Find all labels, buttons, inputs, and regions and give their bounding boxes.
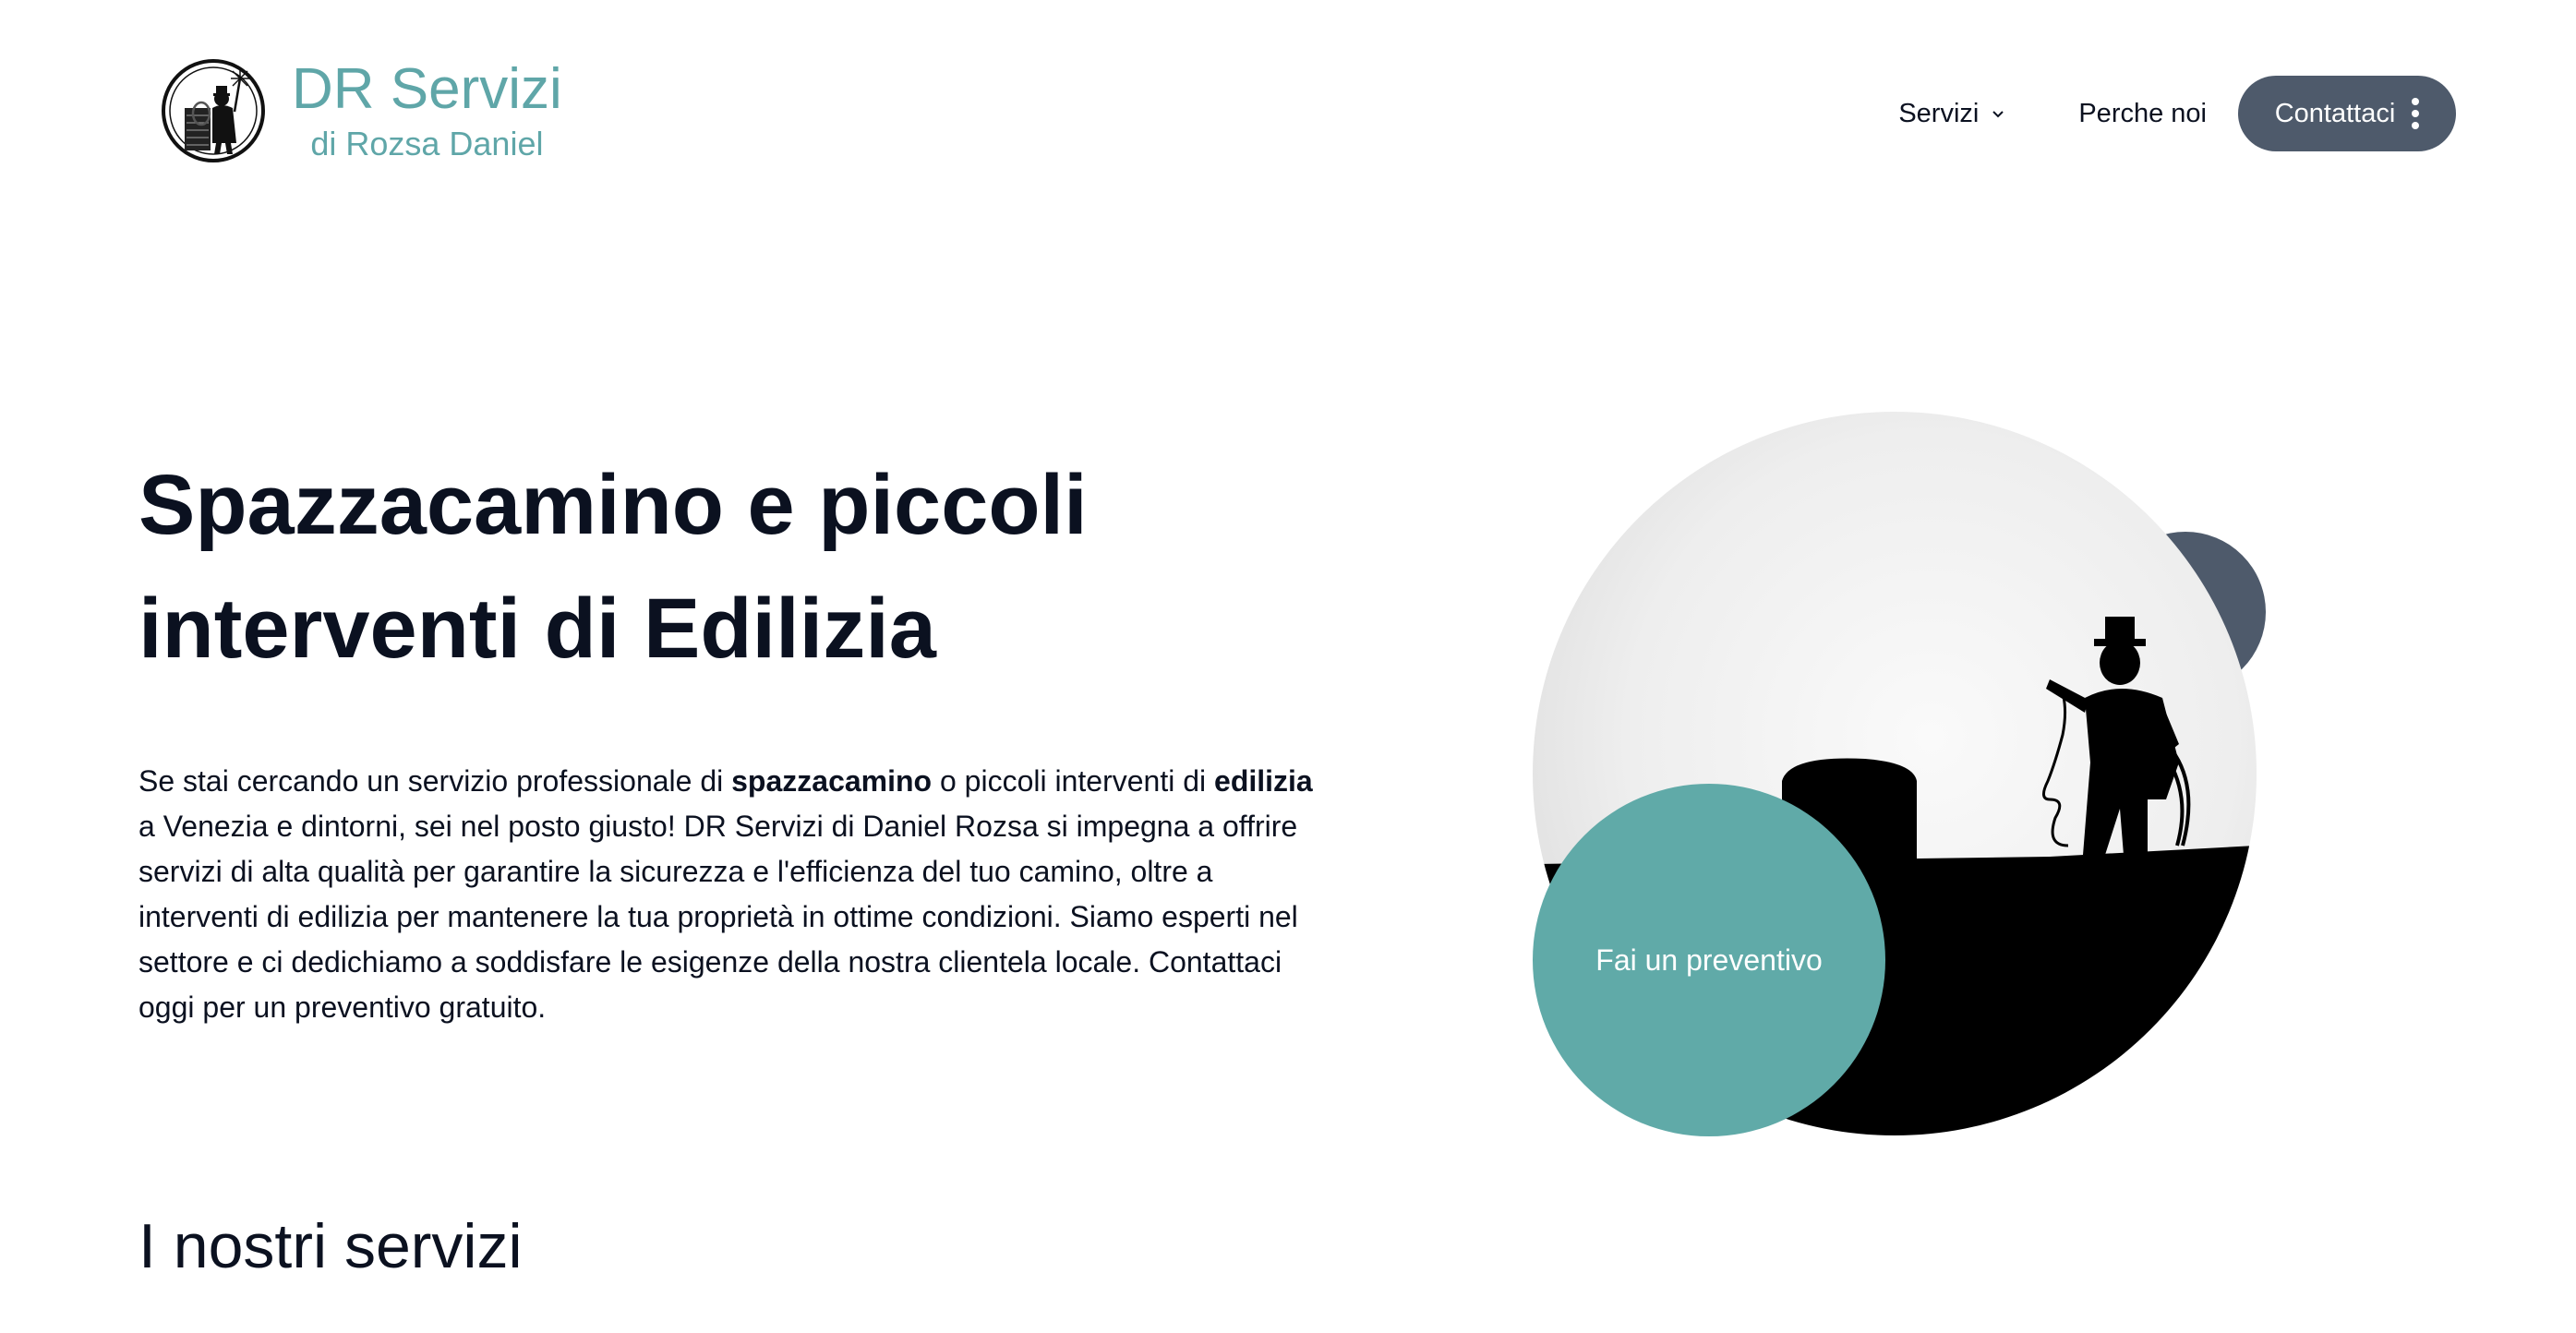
contact-button[interactable]: Contattaci	[2238, 76, 2456, 151]
nav-perche-noi[interactable]: Perche noi	[2078, 99, 2207, 129]
hero-bold-edilizia: edilizia	[1214, 764, 1313, 798]
hero-text-part-1: Se stai cercando un servizio professiona…	[138, 764, 732, 798]
chevron-down-icon	[1992, 111, 2004, 118]
brand-subtitle: di Rozsa Daniel	[310, 125, 544, 162]
main-nav: Servizi Perche noi Contattaci	[1898, 76, 2456, 151]
more-vertical-icon	[2412, 98, 2420, 129]
hero-bold-spazzacamino: spazzacamino	[731, 764, 933, 798]
chimney-sweep-logo-icon	[162, 59, 265, 162]
hero-title-line-1: Spazzacamino e piccoli	[138, 458, 1088, 552]
contact-button-label: Contattaci	[2274, 98, 2396, 128]
hero-text-part-3: a Venezia e dintorni, sei nel posto gius…	[138, 810, 1298, 1024]
nav-servizi-label: Servizi	[1898, 98, 1980, 128]
hero-title-line-2: interventi di Edilizia	[138, 582, 936, 676]
services-section-title: I nostri servizi	[138, 1211, 523, 1281]
hero-description: Se stai cercando un servizio professiona…	[138, 759, 1330, 1030]
hero-text-part-2: o piccoli interventi di	[932, 764, 1215, 798]
nav-servizi-dropdown[interactable]: Servizi	[1898, 99, 2008, 129]
hero-title: Spazzacamino e piccoli interventi di Edi…	[138, 443, 1154, 691]
brand-name: DR Servizi	[292, 57, 562, 121]
logo-link[interactable]: DR Servizi di Rozsa Daniel	[161, 57, 562, 164]
quote-button[interactable]: Fai un preventivo	[1533, 784, 1885, 1136]
